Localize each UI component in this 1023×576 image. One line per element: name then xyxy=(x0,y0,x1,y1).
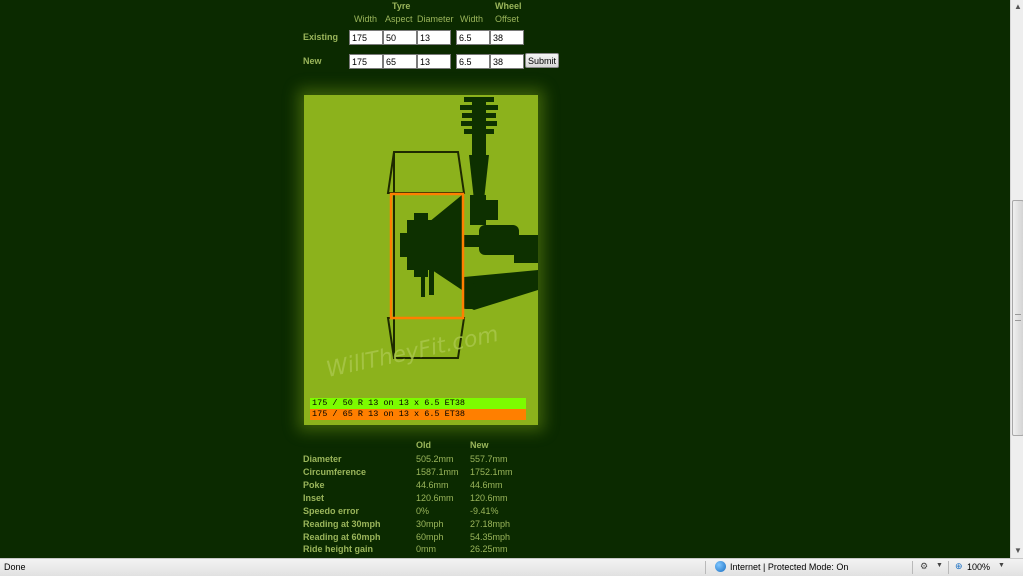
result-label: Poke xyxy=(303,480,325,490)
results-col-old: Old xyxy=(416,440,431,450)
scroll-up-arrow-icon[interactable]: ▲ xyxy=(1014,2,1022,11)
suspension-drawing: WillTheyFit.com xyxy=(324,97,538,383)
scroll-down-arrow-icon[interactable]: ▼ xyxy=(1014,546,1022,555)
zoom-icon[interactable]: ⊕ xyxy=(955,561,963,572)
col-aspect-label: Aspect xyxy=(385,14,413,24)
col-width-label: Width xyxy=(354,14,378,24)
result-old: 505.2mm xyxy=(416,454,454,464)
zoom-dropdown-icon[interactable]: ▼ xyxy=(998,562,1005,569)
header-wheel: Wheel xyxy=(495,1,522,11)
result-new: 1752.1mm xyxy=(470,467,513,477)
result-label: Circumference xyxy=(303,467,367,477)
new-wheel-width-input[interactable] xyxy=(456,54,490,69)
globe-icon xyxy=(715,561,726,572)
new-size-line: 175 / 65 R 13 on 13 x 6.5 ET38 xyxy=(310,409,526,420)
dropdown-arrow-icon[interactable]: ▼ xyxy=(936,562,943,569)
existing-size-line: 175 / 50 R 13 on 13 x 6.5 ET38 xyxy=(310,398,526,409)
result-new: -9.41% xyxy=(470,506,499,516)
result-old: 0% xyxy=(416,506,430,516)
existing-width-input[interactable] xyxy=(349,30,383,45)
existing-offset-input[interactable] xyxy=(490,30,524,45)
header-tyre: Tyre xyxy=(392,1,411,11)
result-new: 120.6mm xyxy=(470,493,508,503)
new-offset-input[interactable] xyxy=(490,54,524,69)
security-icon[interactable]: ⚙ xyxy=(920,561,928,572)
zone-text[interactable]: Internet | Protected Mode: On xyxy=(730,562,848,572)
result-old: 44.6mm xyxy=(416,480,449,490)
result-new: 26.25mm xyxy=(470,544,508,554)
result-new: 27.18mph xyxy=(470,519,511,529)
result-label: Inset xyxy=(303,493,325,503)
existing-label: Existing xyxy=(303,32,339,42)
existing-aspect-input[interactable] xyxy=(383,30,417,45)
result-old: 120.6mm xyxy=(416,493,454,503)
new-aspect-input[interactable] xyxy=(383,54,417,69)
fitment-diagram: WillTheyFit.com xyxy=(304,95,538,425)
result-label: Ride height gain xyxy=(303,544,374,554)
browser-status-bar: Done Internet | Protected Mode: On ⚙ ▼ ⊕… xyxy=(0,558,1023,576)
grip-icon xyxy=(1015,314,1021,321)
submit-button[interactable]: Submit xyxy=(525,53,560,68)
result-label: Reading at 30mph xyxy=(303,519,381,529)
result-old: 1587.1mm xyxy=(416,467,459,477)
vertical-scrollbar[interactable]: ▲ ▼ xyxy=(1010,0,1023,558)
result-old: 30mph xyxy=(416,519,444,529)
result-label: Diameter xyxy=(303,454,342,464)
col-wheel-width-label: Width xyxy=(460,14,484,24)
results-col-new: New xyxy=(470,440,489,450)
scrollbar-thumb[interactable] xyxy=(1012,200,1023,436)
result-old: 60mph xyxy=(416,532,444,542)
result-new: 557.7mm xyxy=(470,454,508,464)
result-old: 0mm xyxy=(416,544,436,554)
result-new: 54.35mph xyxy=(470,532,511,542)
strut-shape xyxy=(400,97,538,310)
existing-wheel-width-input[interactable] xyxy=(456,30,490,45)
new-width-input[interactable] xyxy=(349,54,383,69)
col-offset-label: Offset xyxy=(495,14,519,24)
col-diameter-label: Diameter xyxy=(417,14,454,24)
existing-diameter-input[interactable] xyxy=(417,30,451,45)
new-label: New xyxy=(303,56,322,66)
new-diameter-input[interactable] xyxy=(417,54,451,69)
result-label: Reading at 60mph xyxy=(303,532,381,542)
result-new: 44.6mm xyxy=(470,480,503,490)
status-text: Done xyxy=(4,562,26,572)
zoom-level[interactable]: 100% xyxy=(967,562,990,572)
result-label: Speedo error xyxy=(303,506,360,516)
watermark: WillTheyFit.com xyxy=(324,322,501,383)
